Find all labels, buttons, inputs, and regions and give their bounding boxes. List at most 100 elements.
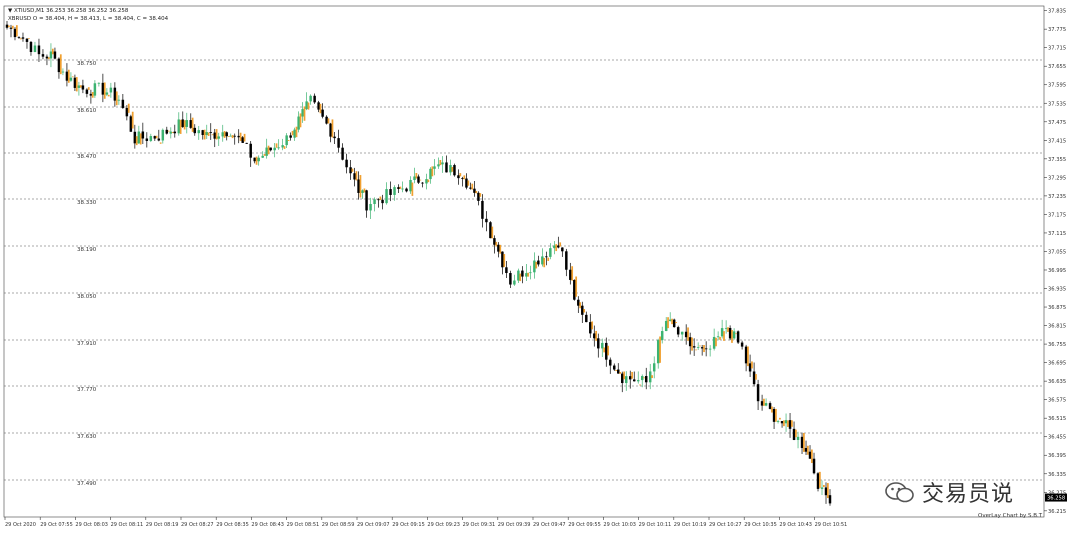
overlay-candle-body	[167, 130, 170, 132]
overlay-candle-body	[699, 345, 701, 347]
candle-body	[277, 147, 280, 149]
overlay-candle-body	[639, 384, 641, 386]
candle-body	[93, 83, 97, 96]
overlay-candle-body	[579, 302, 582, 309]
overlay-candle-body	[439, 159, 442, 166]
time-tick-label: 29 Oct 08:51	[287, 522, 320, 528]
time-tick-label: 29 Oct 08:43	[251, 522, 284, 528]
candle-body	[129, 116, 133, 132]
right-axis-tick-label: 37.535	[1048, 101, 1066, 107]
candle-body	[764, 403, 768, 406]
overlay-candle-body	[27, 38, 30, 40]
overlay-candle-body	[59, 54, 62, 75]
left-axis-tick-label: 37.630	[77, 434, 97, 440]
candle-body	[728, 327, 732, 339]
right-axis-tick-label: 37.595	[1048, 83, 1066, 89]
candle-body	[545, 256, 548, 258]
overlay-candle-body	[543, 257, 546, 268]
candle-body	[189, 120, 193, 128]
candle-body	[441, 162, 444, 165]
candle-body	[301, 109, 304, 117]
left-axis-tick-label: 38.610	[77, 108, 97, 114]
overlay-candle-body	[791, 420, 793, 427]
overlay-candle-body	[431, 166, 434, 177]
overlay-candle-body	[307, 102, 310, 110]
candle-body	[652, 363, 656, 372]
overlay-candle-body	[559, 242, 562, 247]
right-axis-tick-label: 36.995	[1048, 268, 1066, 274]
candle-body	[469, 187, 472, 189]
candle-body	[77, 85, 81, 88]
left-axis-tick-label: 38.050	[77, 294, 97, 300]
candle-body	[704, 348, 708, 350]
candle-body	[81, 85, 85, 90]
candle-body	[317, 102, 320, 110]
candle-body	[285, 135, 288, 146]
candle-body	[409, 179, 412, 192]
candle-body	[361, 190, 364, 193]
right-axis-tick-label: 37.655	[1048, 64, 1066, 70]
candle-body	[425, 179, 428, 184]
overlay-candle-body	[171, 132, 174, 133]
candle-body	[421, 182, 424, 184]
candle-body	[577, 299, 580, 306]
candle-body	[497, 244, 500, 252]
candle-body	[45, 56, 49, 59]
candle-body	[245, 142, 248, 144]
candle-body	[752, 371, 756, 385]
candle-body	[736, 331, 740, 343]
right-axis-tick-label: 36.815	[1048, 324, 1066, 330]
overlay-candle-body	[615, 370, 617, 372]
time-tick-label: 29 Oct 10:35	[744, 522, 777, 528]
candle-body	[744, 346, 748, 364]
overlay-candle-body	[451, 166, 454, 172]
overlay-candle-body	[463, 175, 466, 180]
candle-body	[397, 187, 400, 190]
candle-body	[700, 347, 704, 349]
candle-body	[125, 107, 129, 117]
overlay-candle-body	[659, 336, 661, 363]
candle-body	[517, 270, 520, 281]
candle-body	[69, 77, 73, 81]
candle-body	[369, 204, 372, 211]
overlay-candle-body	[283, 146, 286, 149]
right-axis-tick-label: 37.115	[1048, 231, 1066, 237]
overlay-candle-body	[575, 276, 578, 297]
right-axis-tick-label: 37.175	[1048, 212, 1066, 218]
candle-body	[61, 71, 65, 73]
overlay-candle-body	[603, 347, 606, 353]
overlay-candle-body	[399, 186, 402, 189]
candle-body	[716, 336, 720, 338]
candle-body	[333, 136, 336, 139]
candle-body	[253, 157, 256, 162]
overlay-candle-body	[419, 179, 422, 181]
right-axis-tick-label: 36.875	[1048, 305, 1066, 311]
candle-body	[433, 166, 436, 169]
candle-body	[509, 273, 512, 285]
candle-body	[321, 109, 324, 117]
overlay-candle-body	[287, 140, 290, 141]
candle-body	[605, 342, 608, 360]
right-axis-tick-label: 37.475	[1048, 120, 1066, 126]
overlay-candle-body	[11, 25, 14, 29]
right-axis-tick-label: 37.835	[1048, 9, 1066, 15]
overlay-candle-body	[239, 132, 242, 142]
overlay-candle-body	[227, 136, 230, 137]
price-chart[interactable]: 38.750 38.610 38.470 38.330 38.190 38.050 37.9…	[0, 0, 1080, 537]
overlay-candle-body	[471, 183, 474, 190]
overlay-candle-body	[207, 132, 210, 136]
candle-body	[217, 136, 220, 139]
overlay-candle-body	[291, 130, 294, 136]
overlay-candle-body	[127, 103, 130, 113]
candle-body	[664, 320, 668, 332]
candle-body	[636, 380, 640, 382]
candle-body	[776, 421, 780, 422]
candle-body	[792, 428, 796, 440]
candle-body	[233, 135, 236, 137]
candle-body	[113, 87, 117, 101]
candle-body	[349, 167, 352, 174]
time-tick-label: 29 Oct 09:07	[357, 522, 390, 528]
candle-body	[297, 116, 300, 130]
overlay-candle-body	[607, 345, 609, 356]
overlay-candle-body	[787, 420, 789, 427]
